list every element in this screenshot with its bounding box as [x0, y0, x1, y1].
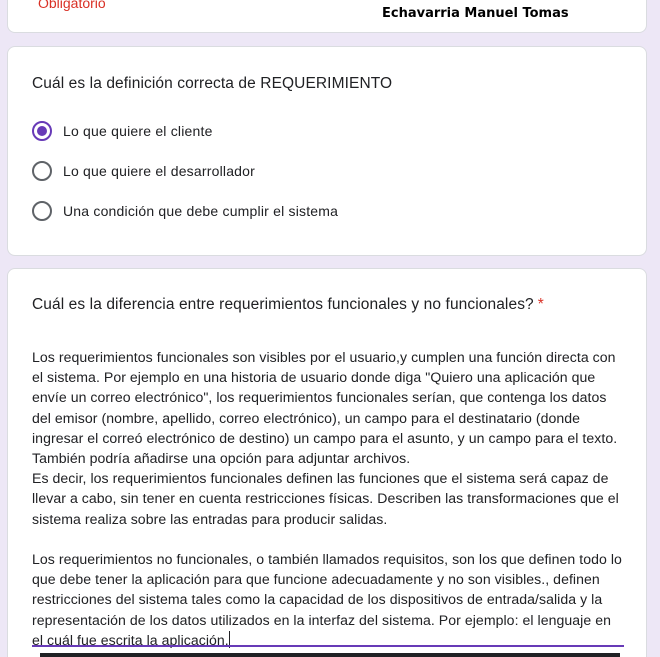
question-card-1: Cuál es la definición correcta de REQUER…	[7, 46, 647, 256]
answer-focus-underline	[32, 645, 624, 647]
required-note: Obligatorio	[38, 0, 106, 11]
option-condicion-sistema[interactable]: Una condición que debe cumplir el sistem…	[32, 200, 338, 222]
option-label: Lo que quiere el cliente	[63, 123, 213, 139]
bottom-edge	[40, 653, 620, 657]
form-page: Obligatorio Echavarria Manuel Tomas Cuál…	[0, 0, 660, 657]
answer-text[interactable]: Los requerimientos funcionales son visib…	[32, 349, 626, 648]
question-card-2: Cuál es la diferencia entre requerimient…	[7, 268, 647, 657]
radio-empty-icon[interactable]	[32, 201, 52, 221]
student-name: Echavarria Manuel Tomas	[382, 6, 569, 21]
required-asterisk: *	[537, 296, 544, 313]
radio-empty-icon[interactable]	[32, 161, 52, 181]
option-label: Lo que quiere el desarrollador	[63, 163, 256, 179]
question-2-title: Cuál es la diferencia entre requerimient…	[32, 296, 544, 314]
header-card: Obligatorio Echavarria Manuel Tomas	[7, 0, 647, 33]
option-desarrollador[interactable]: Lo que quiere el desarrollador	[32, 160, 255, 182]
question-1-title: Cuál es la definición correcta de REQUER…	[32, 75, 393, 92]
option-label: Una condición que debe cumplir el sistem…	[63, 203, 339, 219]
radio-selected-icon[interactable]	[32, 121, 52, 141]
option-cliente[interactable]: Lo que quiere el cliente	[32, 120, 213, 142]
question-2-text: Cuál es la diferencia entre requerimient…	[32, 296, 534, 313]
answer-textarea[interactable]: Los requerimientos funcionales son visib…	[32, 347, 624, 650]
